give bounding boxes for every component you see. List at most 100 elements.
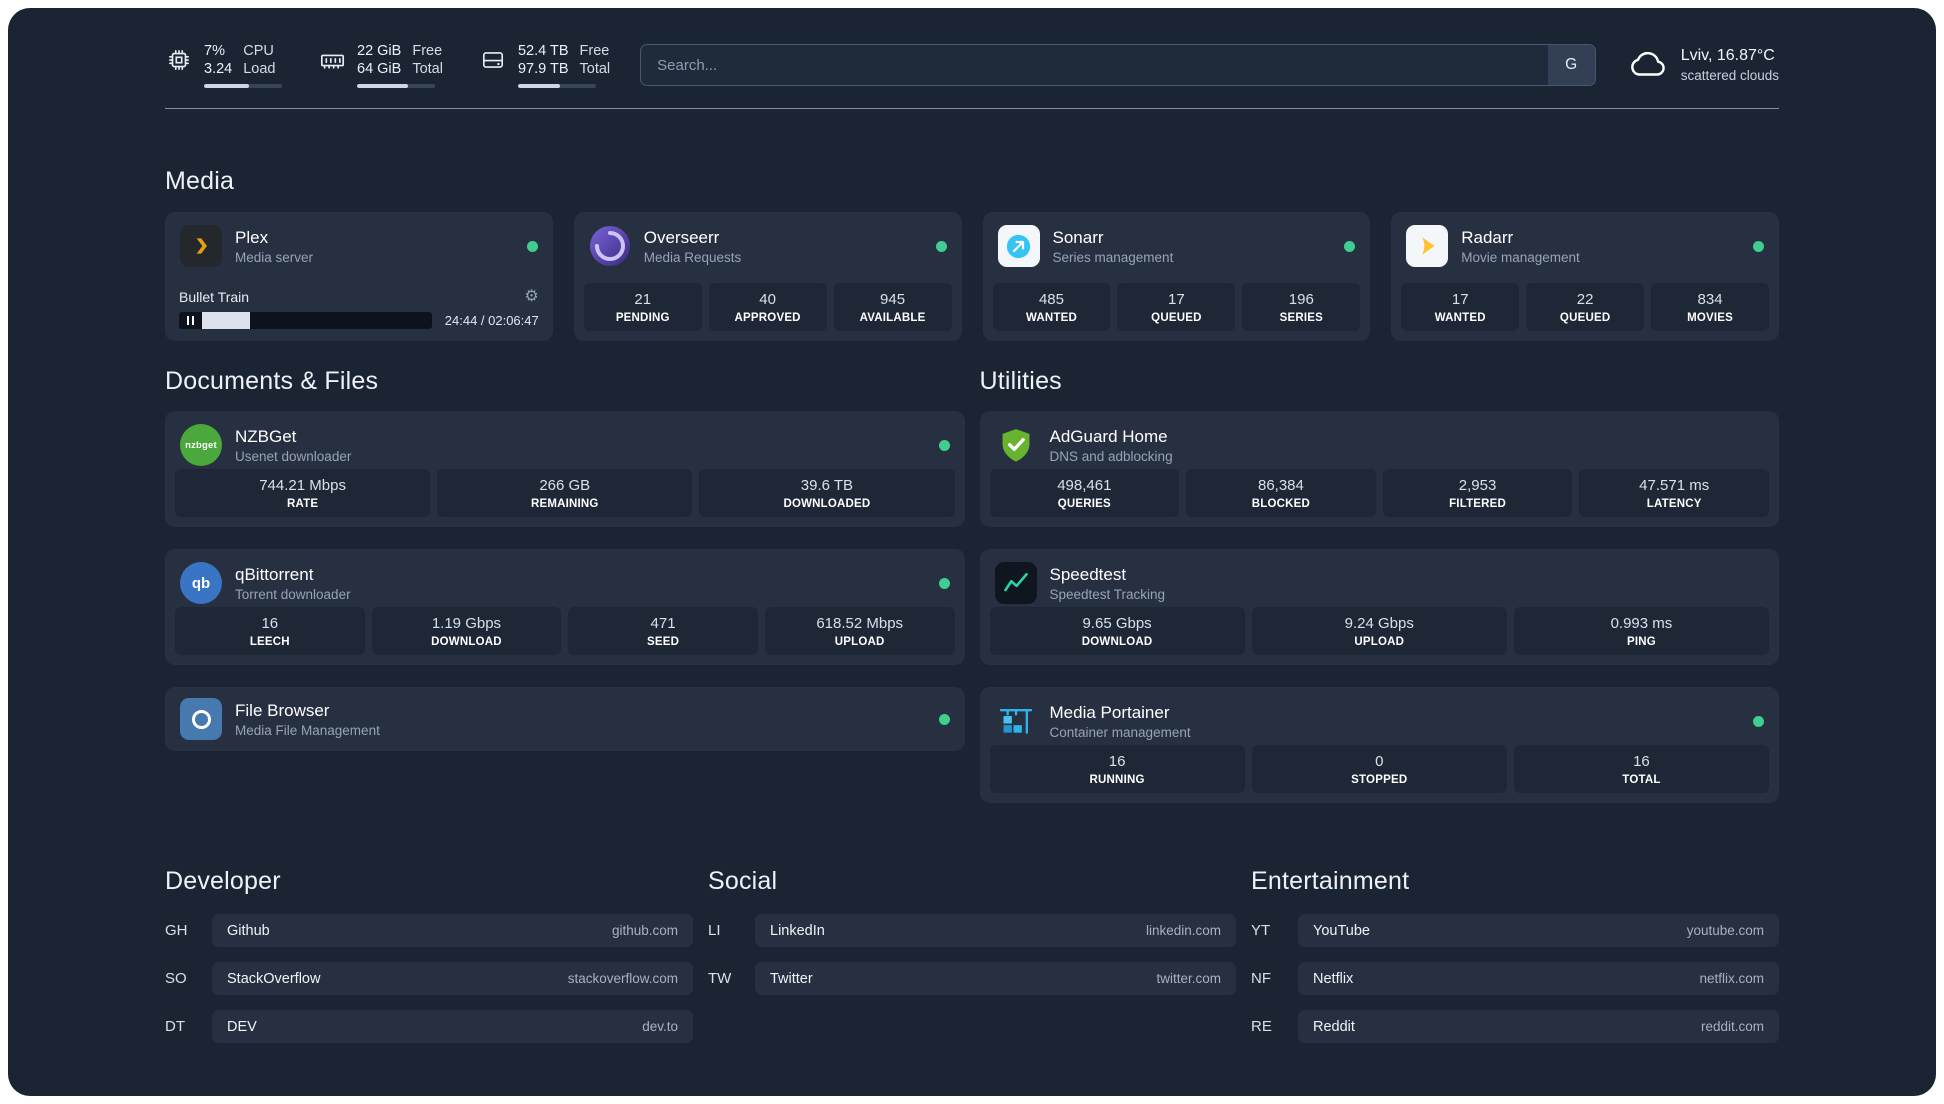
gear-icon[interactable]: ⚙	[524, 289, 538, 305]
plex-icon	[180, 225, 222, 267]
stat-value: 21	[634, 291, 652, 308]
disk-usage-bar	[517, 84, 596, 88]
bookmark-row: RE Reddit reddit.com	[1251, 1010, 1779, 1043]
stat-value: 9.24 Gbps	[1344, 615, 1414, 632]
cpu-widget: 7% 3.24 CPU Load	[165, 42, 282, 88]
service-card-qbittorrent[interactable]: qb qBittorrent Torrent downloader 16 LEE…	[165, 549, 965, 665]
media-grid: Plex Media server Bullet Train ⚙ 24:44 /…	[165, 212, 1779, 341]
status-dot	[938, 439, 950, 451]
stat-value: 1.19 Gbps	[431, 615, 502, 632]
stat-tile: 16 TOTAL	[1513, 745, 1770, 793]
bookmark-abbr: LI	[708, 922, 721, 939]
service-card-filebrowser[interactable]: File Browser Media File Management	[165, 687, 965, 751]
service-card-radarr[interactable]: Radarr Movie management 17 WANTED 22 QUE…	[1391, 212, 1779, 341]
bookmark-row: NF Netflix netflix.com	[1251, 962, 1779, 995]
status-dot	[938, 577, 950, 589]
stat-tile: 196 SERIES	[1242, 283, 1361, 331]
stat-tile: 21 PENDING	[583, 283, 702, 331]
stat-value: 0	[1375, 753, 1384, 770]
bookmark-name: StackOverflow	[227, 970, 321, 987]
section-title-social: Social	[708, 867, 778, 895]
service-name: AdGuard Home	[1049, 426, 1168, 446]
stat-label: MOVIES	[1687, 312, 1734, 324]
stat-tile: 16 RUNNING	[989, 745, 1245, 793]
radarr-icon	[1406, 225, 1449, 267]
bookmark-link-github[interactable]: Github github.com	[212, 914, 693, 947]
bookmark-name: Twitter	[770, 970, 813, 987]
disk-total-value: 97.9 TB	[517, 61, 569, 77]
cpu-load-value: 3.24	[204, 61, 233, 77]
stat-label: QUERIES	[1057, 498, 1111, 510]
stat-tile: 39.6 TB DOWNLOADED	[699, 469, 955, 517]
top-bar: 7% 3.24 CPU Load 22 GiB 64 GiB Free Tota…	[165, 42, 1779, 88]
stat-label: RATE	[286, 498, 319, 510]
section-title-entertainment: Entertainment	[1251, 867, 1410, 895]
stat-label: QUEUED	[1151, 312, 1202, 324]
weather-widget: Lviv, 16.87°C scattered clouds	[1626, 46, 1779, 84]
stat-value: 945	[880, 291, 906, 308]
stat-tile: 16 LEECH	[175, 607, 365, 655]
bookmark-row: GH Github github.com	[165, 914, 693, 947]
stat-tile: 17 WANTED	[1401, 283, 1520, 331]
status-dot	[1753, 715, 1764, 727]
qbittorrent-icon: qb	[180, 562, 222, 604]
stat-label: QUEUED	[1559, 312, 1611, 324]
nzbget-icon: nzbget	[180, 424, 222, 466]
adguard-shield-icon	[995, 424, 1037, 466]
stat-label: APPROVED	[734, 312, 801, 324]
stat-label: WANTED	[1434, 312, 1486, 324]
stat-tile: 266 GB REMAINING	[437, 469, 693, 517]
stat-tile: 22 QUEUED	[1526, 283, 1645, 331]
sonarr-icon	[997, 225, 1040, 267]
service-card-plex[interactable]: Plex Media server Bullet Train ⚙ 24:44 /…	[165, 212, 553, 341]
bookmark-url: reddit.com	[1700, 1019, 1764, 1034]
bookmark-link-youtube[interactable]: YouTube youtube.com	[1298, 914, 1779, 947]
bookmark-link-twitter[interactable]: Twitter twitter.com	[755, 962, 1236, 995]
stat-value: 471	[650, 615, 676, 632]
search-provider-label: G	[1565, 56, 1578, 73]
service-card-nzbget[interactable]: nzbget NZBGet Usenet downloader 744.21 M…	[165, 411, 965, 527]
stat-label: DOWNLOAD	[1081, 636, 1153, 648]
bookmark-link-stackoverflow[interactable]: StackOverflow stackoverflow.com	[212, 962, 693, 995]
section-title-utilities: Utilities	[979, 367, 1062, 395]
memory-widget: 22 GiB 64 GiB Free Total	[318, 42, 443, 88]
memory-label-top: Free	[412, 43, 443, 59]
service-card-speedtest[interactable]: Speedtest Speedtest Tracking 9.65 Gbps D…	[979, 549, 1779, 665]
stat-tile: 47.571 ms LATENCY	[1579, 469, 1769, 517]
stat-value: 618.52 Mbps	[816, 615, 904, 632]
stat-label: DOWNLOAD	[431, 636, 502, 648]
stat-label: SERIES	[1279, 312, 1323, 324]
service-card-portainer[interactable]: Media Portainer Container management 16 …	[979, 687, 1779, 803]
service-card-adguard[interactable]: AdGuard Home DNS and adblocking 498,461 …	[979, 411, 1779, 527]
disk-label-bottom: Total	[579, 61, 611, 77]
stat-label: REMAINING	[530, 498, 599, 510]
service-card-sonarr[interactable]: Sonarr Series management 485 WANTED 17 Q…	[982, 212, 1371, 341]
weather-condition: scattered clouds	[1680, 68, 1779, 83]
bookmark-link-linkedin[interactable]: LinkedIn linkedin.com	[755, 914, 1236, 947]
bookmark-url: twitter.com	[1156, 971, 1221, 986]
service-name: File Browser	[235, 700, 330, 720]
stat-label: STOPPED	[1351, 774, 1408, 786]
search-provider-button[interactable]: G	[1547, 45, 1595, 85]
bookmark-link-reddit[interactable]: Reddit reddit.com	[1298, 1010, 1779, 1043]
memory-values: 22 GiB 64 GiB	[357, 42, 401, 78]
bookmark-name: Reddit	[1313, 1018, 1355, 1035]
bookmark-url: dev.to	[642, 1019, 678, 1034]
pause-icon[interactable]	[187, 316, 194, 325]
disk-drive-icon	[479, 46, 507, 74]
bookmark-link-dev[interactable]: DEV dev.to	[212, 1010, 693, 1043]
service-card-overseerr[interactable]: Overseerr Media Requests 21 PENDING 40 A…	[573, 212, 962, 341]
bookmark-row: LI LinkedIn linkedin.com	[708, 914, 1236, 947]
stat-label: SEED	[647, 636, 680, 648]
playback-progress-bar[interactable]	[179, 312, 432, 329]
service-name: Media Portainer	[1049, 702, 1170, 722]
stat-value: 17	[1168, 291, 1185, 308]
cpu-usage-bar-fill	[204, 84, 250, 88]
stat-value: 40	[759, 291, 776, 308]
search-input[interactable]	[640, 44, 1596, 86]
bookmark-link-netflix[interactable]: Netflix netflix.com	[1298, 962, 1779, 995]
stat-value: 16	[261, 615, 279, 632]
nzbget-icon-label: nzbget	[185, 439, 217, 451]
memory-label-bottom: Total	[412, 61, 443, 77]
section-title-media: Media	[165, 167, 235, 195]
